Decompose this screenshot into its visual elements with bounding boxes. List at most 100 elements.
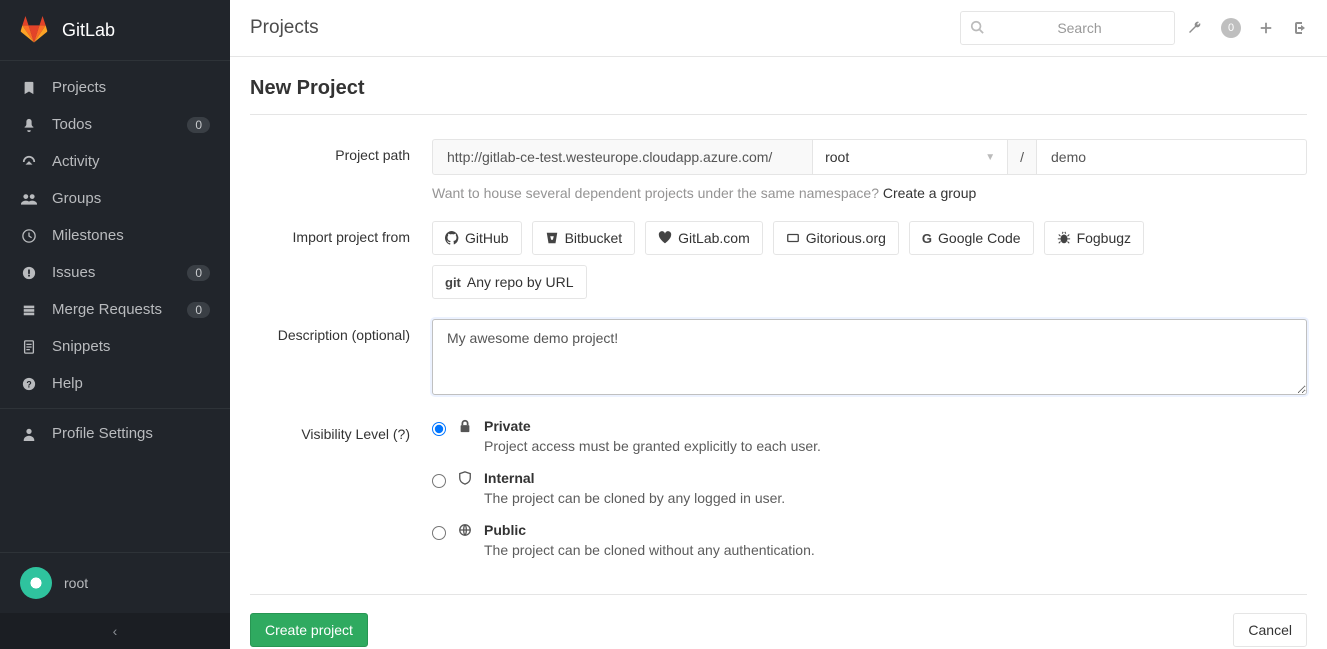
import-label: Import project from xyxy=(250,221,432,299)
sidebar-item-milestones[interactable]: Milestones xyxy=(0,217,230,254)
dashboard-icon xyxy=(20,155,38,169)
brand-link[interactable]: GitLab xyxy=(0,0,230,60)
page-title: New Project xyxy=(250,77,1307,115)
sidebar-item-label: Projects xyxy=(52,79,210,96)
heart-icon xyxy=(658,231,672,245)
import-github-button[interactable]: GitHub xyxy=(432,221,522,255)
sidebar: GitLab Projects Todos 0 Activity Groups … xyxy=(0,0,230,649)
brand-label: GitLab xyxy=(62,20,115,41)
shield-icon xyxy=(456,470,474,485)
plus-icon xyxy=(1259,21,1273,35)
username-label: root xyxy=(64,575,88,591)
visibility-option-title: Private xyxy=(484,418,821,434)
badge-count: 0 xyxy=(187,117,210,133)
user-icon xyxy=(20,427,38,441)
topbar: Projects 0 xyxy=(230,0,1327,57)
sidebar-item-groups[interactable]: Groups xyxy=(0,180,230,217)
import-gitorious-button[interactable]: Gitorious.org xyxy=(773,221,899,255)
create-group-link[interactable]: Create a group xyxy=(883,185,976,201)
sidebar-item-help[interactable]: ? Help xyxy=(0,365,230,402)
namespace-select[interactable]: root ▼ xyxy=(813,139,1008,175)
caret-down-icon: ▼ xyxy=(985,152,995,163)
visibility-option-desc: Project access must be granted explicitl… xyxy=(484,438,821,454)
visibility-option-title: Internal xyxy=(484,470,785,486)
search-box xyxy=(960,11,1175,45)
sidebar-item-todos[interactable]: Todos 0 xyxy=(0,106,230,143)
globe-icon xyxy=(456,522,474,537)
github-icon xyxy=(445,231,459,245)
sidebar-item-label: Groups xyxy=(52,190,210,207)
merge-icon xyxy=(20,303,38,317)
sidebar-item-label: Merge Requests xyxy=(52,301,187,318)
sidebar-item-label: Profile Settings xyxy=(52,425,210,442)
description-textarea[interactable] xyxy=(432,319,1307,395)
import-googlecode-button[interactable]: GGoogle Code xyxy=(909,221,1034,255)
sign-out-icon xyxy=(1291,20,1307,36)
snippet-icon xyxy=(20,340,38,354)
import-gitlab-button[interactable]: GitLab.com xyxy=(645,221,763,255)
sidebar-item-label: Snippets xyxy=(52,338,210,355)
git-icon: git xyxy=(445,275,461,290)
description-label: Description (optional) xyxy=(250,319,432,398)
project-path-label: Project path xyxy=(250,139,432,201)
sidebar-item-projects[interactable]: Projects xyxy=(0,69,230,106)
google-icon: G xyxy=(922,231,932,246)
cancel-button[interactable]: Cancel xyxy=(1233,613,1307,647)
import-url-button[interactable]: gitAny repo by URL xyxy=(432,265,587,299)
page-context-title: Projects xyxy=(250,17,960,39)
import-fogbugz-button[interactable]: Fogbugz xyxy=(1044,221,1144,255)
sidebar-item-merge-requests[interactable]: Merge Requests 0 xyxy=(0,291,230,328)
badge-count: 0 xyxy=(187,302,210,318)
visibility-public-radio[interactable] xyxy=(432,526,446,540)
sidebar-item-profile-settings[interactable]: Profile Settings xyxy=(0,415,230,452)
gitorious-icon xyxy=(786,231,800,245)
namespace-value: root xyxy=(825,149,849,165)
visibility-label: Visibility Level (?) xyxy=(250,418,432,574)
gitlab-logo-icon xyxy=(20,16,48,44)
sidebar-item-label: Milestones xyxy=(52,227,210,244)
svg-text:?: ? xyxy=(26,379,31,389)
topbar-actions: 0 xyxy=(1187,18,1307,38)
group-icon xyxy=(20,192,38,206)
sidebar-item-issues[interactable]: Issues 0 xyxy=(0,254,230,291)
sidebar-item-activity[interactable]: Activity xyxy=(0,143,230,180)
sidebar-separator xyxy=(0,408,230,409)
bitbucket-icon xyxy=(545,231,559,245)
chevron-left-icon: ‹ xyxy=(113,623,118,639)
todos-button[interactable]: 0 xyxy=(1221,18,1241,38)
sidebar-item-label: Activity xyxy=(52,153,210,170)
sidebar-nav: Projects Todos 0 Activity Groups Milesto… xyxy=(0,60,230,552)
avatar xyxy=(20,567,52,599)
visibility-option-title: Public xyxy=(484,522,815,538)
current-user[interactable]: root xyxy=(0,553,230,613)
sidebar-item-label: Todos xyxy=(52,116,187,133)
visibility-option-desc: The project can be cloned by any logged … xyxy=(484,490,785,506)
sign-out-button[interactable] xyxy=(1291,20,1307,36)
wrench-icon xyxy=(1187,20,1203,36)
bookmark-icon xyxy=(20,81,38,95)
help-icon: ? xyxy=(20,377,38,391)
lock-icon xyxy=(456,418,474,433)
bell-icon xyxy=(20,118,38,132)
project-name-input[interactable] xyxy=(1037,139,1307,175)
namespace-hint: Want to house several dependent projects… xyxy=(432,185,1307,201)
path-separator: / xyxy=(1008,139,1037,175)
bug-icon xyxy=(1057,231,1071,245)
visibility-internal-radio[interactable] xyxy=(432,474,446,488)
main-content: New Project Project path http://gitlab-c… xyxy=(230,57,1327,649)
visibility-option-desc: The project can be cloned without any au… xyxy=(484,542,815,558)
search-input[interactable] xyxy=(960,11,1175,45)
admin-wrench-button[interactable] xyxy=(1187,20,1203,36)
new-button[interactable] xyxy=(1259,21,1273,35)
sidebar-item-snippets[interactable]: Snippets xyxy=(0,328,230,365)
search-icon xyxy=(970,20,984,34)
create-project-button[interactable]: Create project xyxy=(250,613,368,647)
badge-count: 0 xyxy=(187,265,210,281)
clock-icon xyxy=(20,229,38,243)
sidebar-item-label: Help xyxy=(52,375,210,392)
import-bitbucket-button[interactable]: Bitbucket xyxy=(532,221,636,255)
issue-icon xyxy=(20,266,38,280)
collapse-sidebar-button[interactable]: ‹ xyxy=(0,613,230,649)
visibility-private-radio[interactable] xyxy=(432,422,446,436)
base-url-display: http://gitlab-ce-test.westeurope.cloudap… xyxy=(432,139,813,175)
